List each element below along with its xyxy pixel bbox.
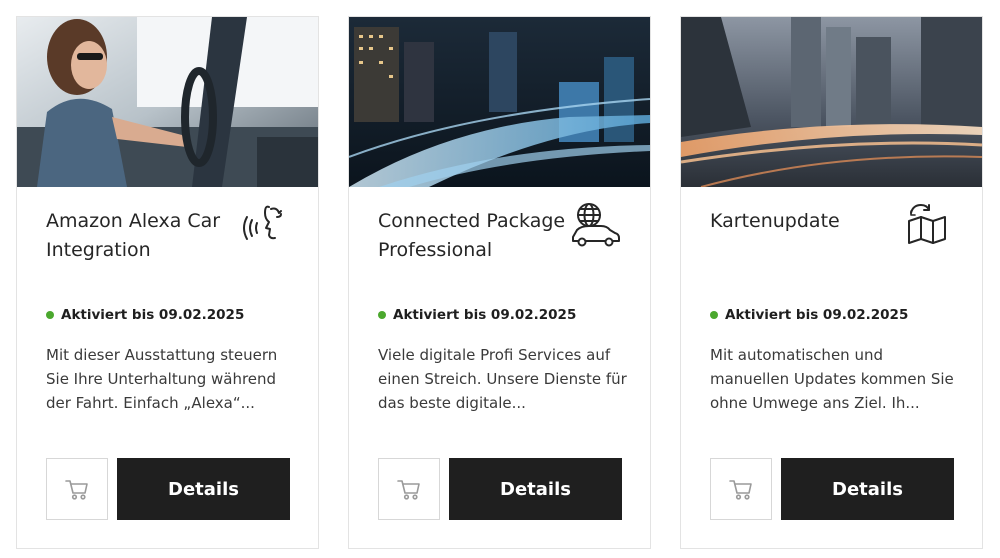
add-to-cart-button[interactable] bbox=[46, 458, 108, 520]
map-update-icon bbox=[899, 197, 955, 253]
card-title: Kartenupdate bbox=[710, 210, 840, 232]
status-indicator: Aktiviert bis 09.02.2025 bbox=[710, 307, 908, 323]
status-dot bbox=[710, 311, 718, 319]
details-button[interactable]: Details bbox=[449, 458, 622, 520]
status-text: Aktiviert bis 09.02.2025 bbox=[725, 307, 909, 323]
status-indicator: Aktiviert bis 09.02.2025 bbox=[378, 307, 576, 323]
cart-icon bbox=[65, 480, 88, 500]
card-image-driver bbox=[17, 17, 318, 187]
service-card-map-update: Kartenupdate Aktiviert bis 09.02.2025 Mi… bbox=[680, 16, 983, 549]
service-card-alexa: Amazon Alexa Car Integration Aktiviert b… bbox=[16, 16, 319, 549]
card-description: Mit automatischen und manuellen Updates … bbox=[710, 346, 954, 412]
add-to-cart-button[interactable] bbox=[378, 458, 440, 520]
service-cards-grid: Amazon Alexa Car Integration Aktiviert b… bbox=[0, 0, 1000, 558]
details-button[interactable]: Details bbox=[117, 458, 290, 520]
add-to-cart-button[interactable] bbox=[710, 458, 772, 520]
status-dot bbox=[378, 311, 386, 319]
card-description: Mit dieser Ausstattung steuern Sie Ihre … bbox=[46, 346, 278, 412]
voice-assistant-icon bbox=[235, 197, 291, 253]
card-title: Amazon Alexa Car Integration bbox=[46, 210, 221, 261]
card-image-city-street bbox=[681, 17, 982, 187]
card-description: Viele digitale Profi Services auf einen … bbox=[378, 346, 627, 412]
connected-car-globe-icon bbox=[567, 197, 623, 253]
status-indicator: Aktiviert bis 09.02.2025 bbox=[46, 307, 244, 323]
service-card-connected-package: Connected Package Professional Aktiviert… bbox=[348, 16, 651, 549]
status-dot bbox=[46, 311, 54, 319]
status-text: Aktiviert bis 09.02.2025 bbox=[61, 307, 245, 323]
cart-icon bbox=[729, 480, 752, 500]
details-button[interactable]: Details bbox=[781, 458, 954, 520]
cart-icon bbox=[397, 480, 420, 500]
status-text: Aktiviert bis 09.02.2025 bbox=[393, 307, 577, 323]
card-image-city-night bbox=[349, 17, 650, 187]
card-title: Connected Package Professional bbox=[378, 210, 566, 261]
